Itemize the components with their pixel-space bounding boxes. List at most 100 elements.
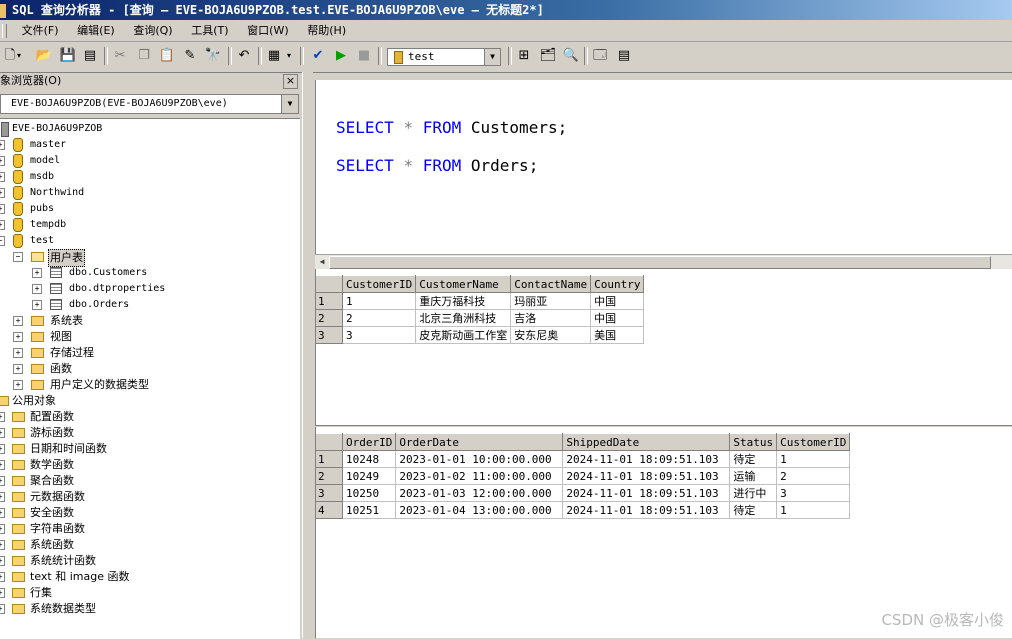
collapse-icon[interactable]: − bbox=[13, 252, 23, 262]
table-row[interactable]: 2 10249 2023-01-02 11:00:00.000 2024-11-… bbox=[316, 467, 851, 485]
column-header[interactable]: CustomerID bbox=[776, 433, 851, 451]
menu-query[interactable]: 查询(Q) bbox=[127, 20, 178, 41]
tree-node-table[interactable]: + dbo.dtproperties bbox=[0, 281, 300, 297]
table-cell[interactable]: 3 bbox=[776, 484, 851, 502]
expand-icon[interactable]: + bbox=[0, 460, 5, 470]
table-cell[interactable]: 运输 bbox=[729, 467, 778, 485]
expand-icon[interactable]: + bbox=[0, 524, 5, 534]
tree-node-folder[interactable]: + 系统表 bbox=[0, 313, 300, 329]
column-header[interactable]: CustomerName bbox=[415, 275, 512, 293]
menu-file[interactable]: 文件(F) bbox=[16, 20, 65, 41]
tree-node-folder[interactable]: + 视图 bbox=[0, 329, 300, 345]
expand-icon[interactable]: + bbox=[0, 540, 5, 550]
object-tree[interactable]: EVE-BOJA6U9PZOB + master + model + msdb … bbox=[0, 118, 300, 639]
table-cell[interactable]: 进行中 bbox=[729, 484, 778, 502]
table-cell[interactable]: 北京三角洲科技 bbox=[415, 309, 512, 327]
table-cell[interactable]: 3 bbox=[342, 326, 417, 344]
tree-node-folder[interactable]: + 游标函数 bbox=[0, 425, 300, 441]
tree-node-folder[interactable]: + 用户定义的数据类型 bbox=[0, 377, 300, 393]
column-header[interactable]: OrderDate bbox=[395, 433, 564, 451]
table-cell[interactable]: 待定 bbox=[729, 450, 778, 468]
table-cell[interactable]: 10248 bbox=[342, 450, 397, 468]
table-cell[interactable]: 1 bbox=[342, 292, 417, 310]
results-mode-icon[interactable]: ▦ bbox=[264, 46, 284, 66]
table-cell[interactable]: 10251 bbox=[342, 501, 397, 519]
table-cell[interactable]: 2024-11-01 18:09:51.103 bbox=[562, 484, 731, 502]
results-dropdown-icon[interactable]: ▾ bbox=[284, 46, 294, 66]
tree-node-database[interactable]: + model bbox=[0, 153, 300, 169]
table-cell[interactable]: 安东尼奥 bbox=[510, 326, 592, 344]
menu-tools[interactable]: 工具(T) bbox=[185, 20, 234, 41]
paste-icon[interactable]: 📋 bbox=[157, 46, 177, 66]
column-header[interactable]: OrderID bbox=[342, 433, 397, 451]
table-cell[interactable]: 美国 bbox=[590, 326, 645, 344]
table-cell[interactable]: 重庆万福科技 bbox=[415, 292, 512, 310]
expand-icon[interactable]: + bbox=[13, 380, 23, 390]
table-cell[interactable]: 10250 bbox=[342, 484, 397, 502]
expand-icon[interactable]: + bbox=[0, 588, 5, 598]
column-header[interactable]: Status bbox=[729, 433, 778, 451]
table-cell[interactable]: 待定 bbox=[729, 501, 778, 519]
table-cell[interactable]: 1 bbox=[776, 501, 851, 519]
table-cell[interactable]: 2024-11-01 18:09:51.103 bbox=[562, 501, 731, 519]
expand-icon[interactable]: + bbox=[32, 300, 42, 310]
table-row[interactable]: 3 10250 2023-01-03 12:00:00.000 2024-11-… bbox=[316, 484, 851, 502]
parse-icon[interactable]: ✔ bbox=[308, 46, 328, 66]
tree-node-folder[interactable]: + text 和 image 函数 bbox=[0, 569, 300, 585]
expand-icon[interactable]: + bbox=[0, 188, 5, 198]
copy-icon[interactable]: ❐ bbox=[134, 46, 154, 66]
object-browser-icon[interactable]: 🗂 bbox=[538, 46, 558, 66]
tree-node-table[interactable]: + dbo.Customers bbox=[0, 265, 300, 281]
table-cell[interactable]: 玛丽亚 bbox=[510, 292, 592, 310]
tree-node-folder[interactable]: + 字符串函数 bbox=[0, 521, 300, 537]
display-plan-icon[interactable]: ⊞ bbox=[514, 46, 534, 66]
table-cell[interactable]: 2024-11-01 18:09:51.103 bbox=[562, 467, 731, 485]
expand-icon[interactable]: + bbox=[0, 572, 5, 582]
expand-icon[interactable]: + bbox=[0, 508, 5, 518]
table-cell[interactable]: 2024-11-01 18:09:51.103 bbox=[562, 450, 731, 468]
tree-node-database[interactable]: + tempdb bbox=[0, 217, 300, 233]
column-header[interactable]: ShippedDate bbox=[562, 433, 731, 451]
table-cell[interactable]: 2 bbox=[776, 467, 851, 485]
column-header[interactable]: CustomerID bbox=[342, 275, 417, 293]
table-cell[interactable]: 2023-01-04 13:00:00.000 bbox=[395, 501, 564, 519]
expand-icon[interactable]: + bbox=[0, 156, 5, 166]
open-icon[interactable]: 📂 bbox=[34, 46, 54, 66]
menu-window[interactable]: 窗口(W) bbox=[241, 20, 294, 41]
object-search-icon[interactable]: 🔍 bbox=[561, 46, 581, 66]
save-icon[interactable]: 💾 bbox=[58, 46, 78, 66]
table-cell[interactable]: 2 bbox=[342, 309, 417, 327]
tree-node-database[interactable]: + msdb bbox=[0, 169, 300, 185]
results-grid-orders[interactable]: OrderID OrderDate ShippedDate Status Cus… bbox=[315, 427, 1012, 638]
table-cell[interactable]: 2023-01-02 11:00:00.000 bbox=[395, 467, 564, 485]
table-cell[interactable]: 1 bbox=[776, 450, 851, 468]
table-cell[interactable]: 2023-01-01 10:00:00.000 bbox=[395, 450, 564, 468]
table-cell[interactable]: 中国 bbox=[590, 309, 645, 327]
table-row[interactable]: 3 3 皮克斯动画工作室 安东尼奥 美国 bbox=[316, 326, 645, 344]
row-number[interactable]: 1 bbox=[316, 450, 343, 468]
row-number[interactable]: 2 bbox=[316, 309, 343, 327]
tree-node-folder[interactable]: + 配置函数 bbox=[0, 409, 300, 425]
tree-node-folder[interactable]: + 系统统计函数 bbox=[0, 553, 300, 569]
row-number[interactable]: 4 bbox=[316, 501, 343, 519]
table-cell[interactable]: 中国 bbox=[590, 292, 645, 310]
tree-node-folder[interactable]: + 数学函数 bbox=[0, 457, 300, 473]
tree-node-folder[interactable]: + 存储过程 bbox=[0, 345, 300, 361]
options-icon[interactable]: 🗔 bbox=[590, 46, 610, 66]
table-row[interactable]: 1 10248 2023-01-01 10:00:00.000 2024-11-… bbox=[316, 450, 851, 468]
results-pane-icon[interactable]: ▤ bbox=[614, 46, 634, 66]
expand-icon[interactable]: + bbox=[13, 348, 23, 358]
tree-node-database[interactable]: + master bbox=[0, 137, 300, 153]
tree-node-table[interactable]: + dbo.Orders bbox=[0, 297, 300, 313]
expand-icon[interactable]: + bbox=[13, 316, 23, 326]
chevron-down-icon[interactable]: ▼ bbox=[281, 95, 298, 113]
tree-node-folder[interactable]: + 日期和时间函数 bbox=[0, 441, 300, 457]
tree-node-database-test[interactable]: − test bbox=[0, 233, 300, 249]
expand-icon[interactable]: + bbox=[0, 604, 5, 614]
editor-horizontal-scrollbar[interactable]: ◀ bbox=[315, 254, 1012, 270]
table-row[interactable]: 1 1 重庆万福科技 玛丽亚 中国 bbox=[316, 292, 645, 310]
collapse-icon[interactable]: − bbox=[0, 236, 5, 246]
find-icon[interactable]: 🔭 bbox=[203, 46, 223, 66]
row-number[interactable]: 3 bbox=[316, 484, 343, 502]
expand-icon[interactable]: + bbox=[0, 220, 5, 230]
